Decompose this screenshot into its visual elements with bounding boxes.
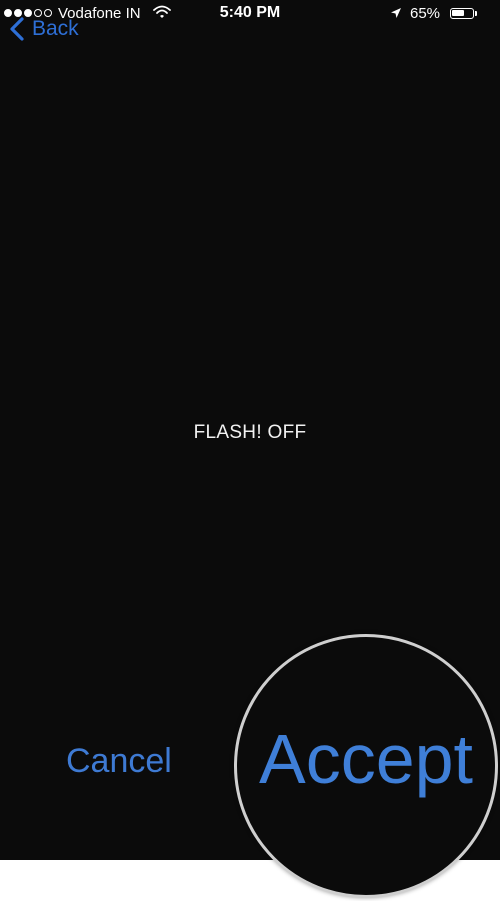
chevron-left-icon xyxy=(10,17,24,41)
back-label: Back xyxy=(32,17,79,40)
location-arrow-icon xyxy=(391,8,401,18)
battery-tip xyxy=(475,11,477,16)
flash-status-text: FLASH! OFF xyxy=(193,422,307,443)
battery-icon xyxy=(450,8,474,19)
magnifier-highlight: Accept xyxy=(234,634,498,898)
battery-level xyxy=(452,10,464,16)
back-button[interactable]: Back xyxy=(8,14,79,44)
accept-button[interactable]: Accept xyxy=(259,719,473,799)
cancel-button[interactable]: Cancel xyxy=(66,742,172,781)
battery-percentage: 65% xyxy=(410,5,441,22)
